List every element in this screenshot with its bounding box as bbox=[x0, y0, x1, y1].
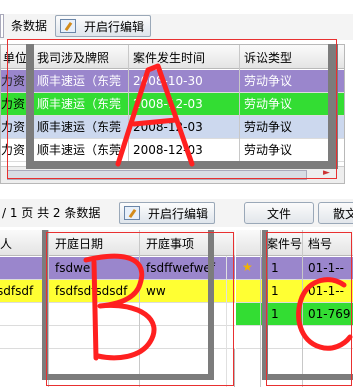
enable-row-edit-button-2[interactable]: 开启行编辑 bbox=[119, 202, 215, 224]
page-input-partial[interactable] bbox=[0, 14, 4, 38]
record-count-label: 条数据 bbox=[11, 19, 48, 33]
enable-row-edit-label: 开启行编辑 bbox=[148, 206, 209, 221]
col-person: 人 bbox=[0, 237, 13, 251]
file-button[interactable]: 文件 bbox=[244, 202, 314, 224]
other-button-label: 散文 bbox=[333, 206, 353, 221]
enable-row-edit-button[interactable]: 开启行编辑 bbox=[55, 15, 151, 37]
annotation-letter-b bbox=[83, 253, 157, 361]
pencil-icon bbox=[124, 206, 140, 220]
cell-person: sdfsdf bbox=[0, 284, 34, 298]
other-button[interactable]: 散文 bbox=[318, 202, 353, 224]
top-toolbar: 条数据 开启行编辑 bbox=[0, 14, 353, 40]
enable-row-edit-label: 开启行编辑 bbox=[84, 19, 145, 34]
annotation-letter-c bbox=[296, 277, 353, 351]
star-icon: ★ bbox=[242, 260, 253, 274]
pencil-icon bbox=[60, 19, 76, 33]
mid-toolbar: / 1 页 共 2 条数据 开启行编辑 文件 散文 bbox=[0, 199, 353, 227]
annotation-letter-a bbox=[115, 63, 195, 167]
pager-label: / 1 页 共 2 条数据 bbox=[2, 206, 101, 220]
file-button-label: 文件 bbox=[266, 206, 291, 221]
